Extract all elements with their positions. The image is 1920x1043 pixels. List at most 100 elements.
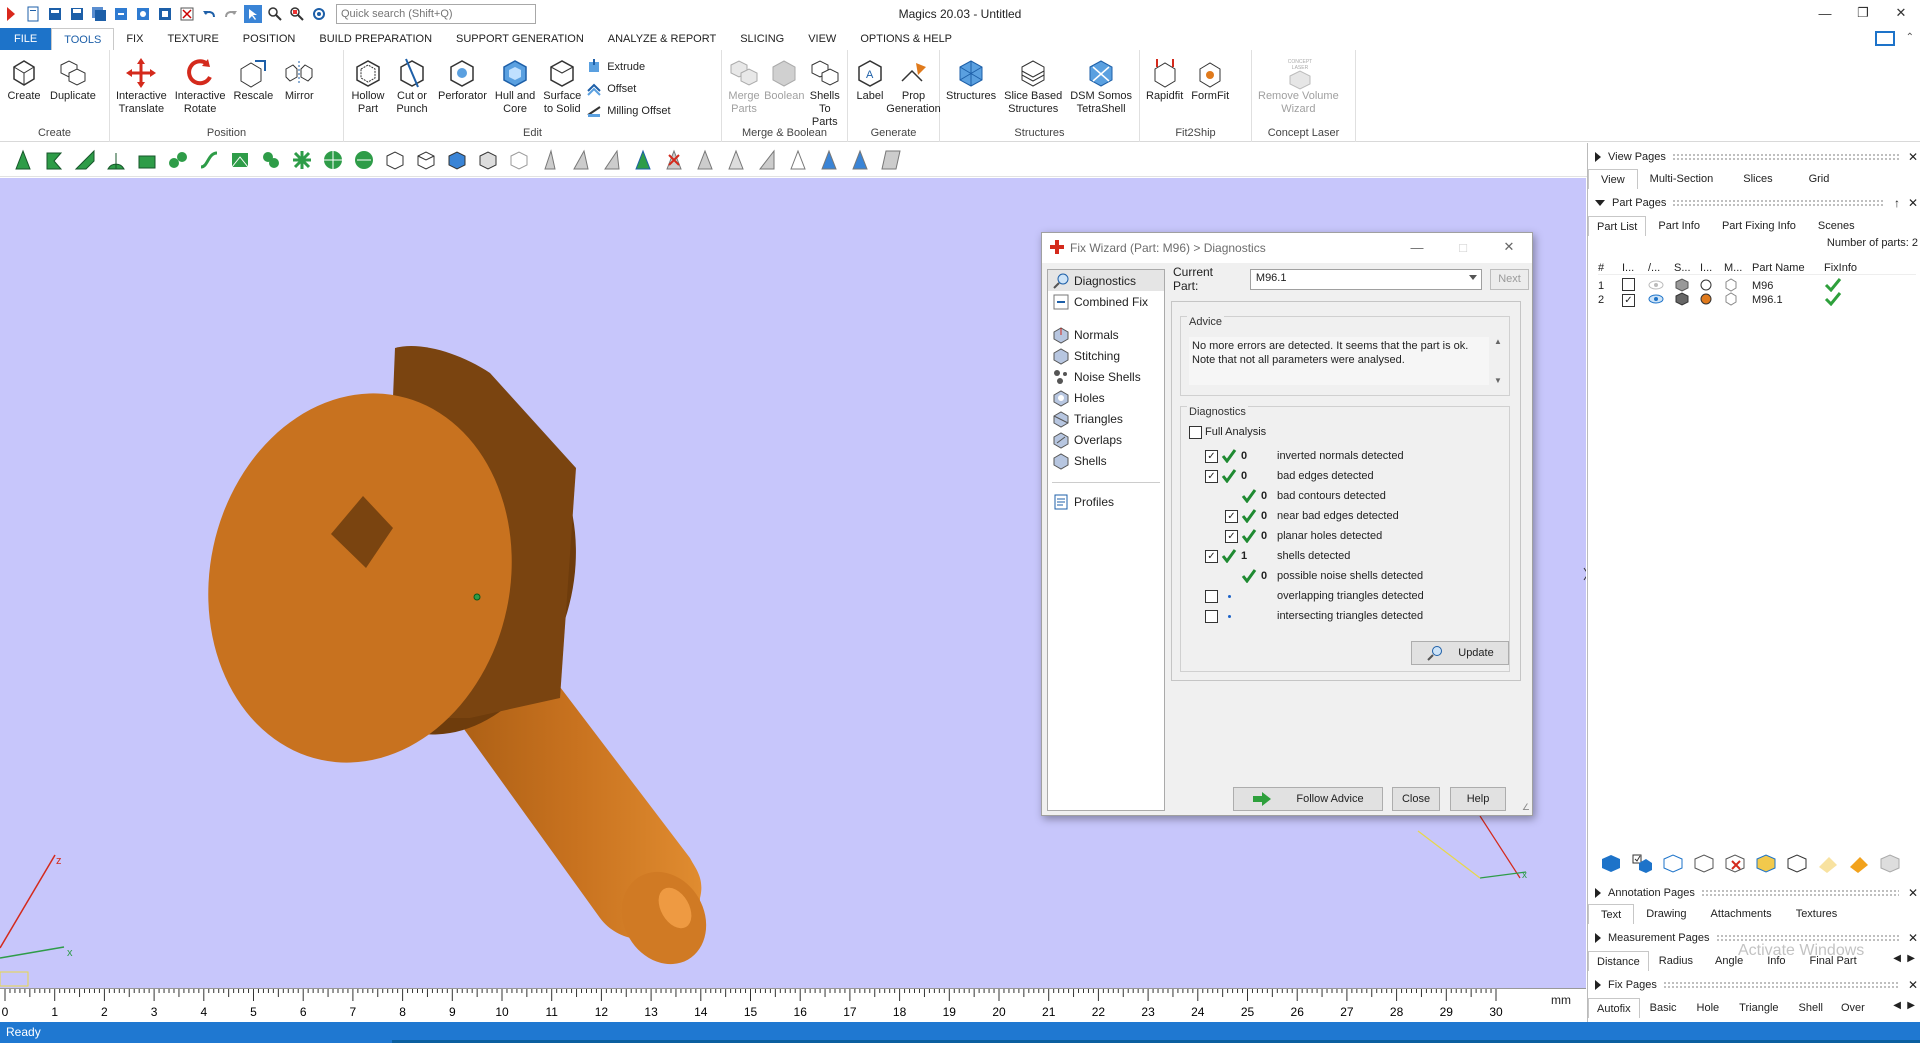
tab-part-info[interactable]: Part Info bbox=[1646, 216, 1712, 236]
nav-diagnostics[interactable]: Diagnostics bbox=[1048, 270, 1164, 291]
view-bottom-icon[interactable] bbox=[165, 147, 191, 173]
help-button[interactable]: Help bbox=[1450, 787, 1506, 811]
tab-angle[interactable]: Angle bbox=[1703, 951, 1755, 971]
dialog-minimize-icon[interactable]: — bbox=[1394, 233, 1440, 261]
triangle-view-1-icon[interactable] bbox=[537, 147, 563, 173]
app-logo-icon[interactable] bbox=[2, 5, 20, 23]
parts-icon-2[interactable] bbox=[1691, 851, 1717, 875]
box-view-2-icon[interactable] bbox=[413, 147, 439, 173]
triangle-view-9-icon[interactable] bbox=[816, 147, 842, 173]
nav-overlaps[interactable]: Overlaps bbox=[1048, 429, 1164, 450]
diagnostic-checkbox[interactable]: ✓ bbox=[1225, 529, 1238, 543]
sphere-icon[interactable] bbox=[351, 147, 377, 173]
tab-position[interactable]: POSITION bbox=[231, 28, 308, 50]
parts-icon-4[interactable] bbox=[1877, 851, 1903, 875]
fix-pages-header[interactable]: Fix Pages ✕ bbox=[1588, 975, 1920, 995]
triangle-view-2-icon[interactable] bbox=[568, 147, 594, 173]
tab-build-preparation[interactable]: BUILD PREPARATION bbox=[307, 28, 444, 50]
tab-textures[interactable]: Textures bbox=[1784, 904, 1850, 924]
col-visible[interactable]: /... bbox=[1648, 262, 1674, 274]
parts-icon-3[interactable] bbox=[1784, 851, 1810, 875]
tab-info[interactable]: Info bbox=[1755, 951, 1797, 971]
label-orange-icon[interactable] bbox=[1846, 851, 1872, 875]
col-material[interactable]: M... bbox=[1724, 262, 1752, 274]
col-state[interactable]: S... bbox=[1674, 262, 1700, 274]
close-pane-icon[interactable]: ✕ bbox=[1905, 196, 1920, 210]
box-view-5-icon[interactable] bbox=[506, 147, 532, 173]
full-analysis-checkbox[interactable] bbox=[1189, 425, 1202, 439]
scroll-right-icon[interactable]: ▶ bbox=[1907, 953, 1915, 964]
col-number[interactable]: # bbox=[1598, 262, 1622, 274]
triangle-view-5-icon[interactable] bbox=[692, 147, 718, 173]
view-right-icon[interactable] bbox=[103, 147, 129, 173]
tab-options-help[interactable]: OPTIONS & HELP bbox=[848, 28, 964, 50]
tab-part-fixing-info[interactable]: Part Fixing Info bbox=[1712, 216, 1806, 236]
tab-overlap[interactable]: Over bbox=[1833, 998, 1873, 1018]
pin-pane-icon[interactable]: ↑ bbox=[1889, 196, 1905, 210]
triangle-view-3-icon[interactable] bbox=[599, 147, 625, 173]
state-icon[interactable] bbox=[1674, 291, 1700, 309]
box-view-3-icon[interactable] bbox=[444, 147, 470, 173]
next-button[interactable]: Next bbox=[1490, 268, 1529, 290]
triangle-view-7-icon[interactable] bbox=[754, 147, 780, 173]
triangle-view-8-icon[interactable] bbox=[785, 147, 811, 173]
select-checked-icon[interactable] bbox=[1629, 851, 1655, 875]
label-yellow-icon[interactable] bbox=[1815, 851, 1841, 875]
dialog-maximize-icon[interactable]: □ bbox=[1440, 233, 1486, 261]
eye-visible-icon[interactable] bbox=[1648, 293, 1674, 308]
tab-basic[interactable]: Basic bbox=[1640, 998, 1687, 1018]
view-left-icon[interactable] bbox=[72, 147, 98, 173]
tab-view-page[interactable]: View bbox=[1588, 169, 1638, 189]
tab-distance[interactable]: Distance bbox=[1588, 951, 1649, 971]
import-icon[interactable] bbox=[112, 5, 130, 23]
scroll-right-icon[interactable]: ▶ bbox=[1907, 1000, 1915, 1011]
tab-slicing[interactable]: SLICING bbox=[728, 28, 796, 50]
nav-stitching[interactable]: Stitching bbox=[1048, 345, 1164, 366]
parts-icon-1[interactable] bbox=[1660, 851, 1686, 875]
tab-autofix[interactable]: Autofix bbox=[1588, 998, 1640, 1018]
tab-file[interactable]: FILE bbox=[0, 28, 52, 50]
zoom-window-icon[interactable] bbox=[288, 5, 306, 23]
plane-view-icon[interactable] bbox=[878, 147, 904, 173]
view-top-icon[interactable] bbox=[134, 147, 160, 173]
box-view-1-icon[interactable] bbox=[382, 147, 408, 173]
close-pane-icon[interactable]: ✕ bbox=[1905, 978, 1920, 992]
follow-advice-button[interactable]: Follow Advice bbox=[1233, 787, 1383, 811]
nav-noise-shells[interactable]: Noise Shells bbox=[1048, 366, 1164, 387]
zoom-icon[interactable] bbox=[266, 5, 284, 23]
tab-radius[interactable]: Radius bbox=[1649, 951, 1703, 971]
wheel-icon[interactable] bbox=[320, 147, 346, 173]
include-checkbox[interactable]: ✓ bbox=[1622, 293, 1635, 307]
close-pane-icon[interactable]: ✕ bbox=[1905, 886, 1920, 900]
display-settings-icon[interactable] bbox=[1874, 28, 1896, 50]
scroll-up-icon[interactable]: ▲ bbox=[1494, 337, 1502, 346]
diagnostic-checkbox[interactable] bbox=[1205, 609, 1218, 623]
tab-fix[interactable]: FIX bbox=[114, 28, 155, 50]
view-iso-icon[interactable] bbox=[196, 147, 222, 173]
col-include[interactable]: I... bbox=[1622, 262, 1648, 274]
part-pages-header[interactable]: Part Pages ↑ ✕ bbox=[1588, 193, 1920, 213]
tab-tools[interactable]: TOOLS bbox=[51, 28, 115, 50]
tab-text[interactable]: Text bbox=[1588, 904, 1635, 924]
tab-analyze-report[interactable]: ANALYZE & REPORT bbox=[596, 28, 728, 50]
tab-view[interactable]: VIEW bbox=[796, 28, 848, 50]
scroll-left-icon[interactable]: ◀ bbox=[1893, 953, 1901, 964]
scroll-left-icon[interactable]: ◀ bbox=[1893, 1000, 1901, 1011]
undo-icon[interactable] bbox=[200, 5, 218, 23]
load-icon[interactable] bbox=[134, 5, 152, 23]
new-file-icon[interactable] bbox=[24, 5, 42, 23]
box-view-4-icon[interactable] bbox=[475, 147, 501, 173]
color-swatch[interactable] bbox=[1700, 293, 1724, 308]
pattern-icon[interactable] bbox=[289, 147, 315, 173]
view-section-icon[interactable] bbox=[227, 147, 253, 173]
close-button[interactable]: Close bbox=[1392, 787, 1440, 811]
save-icon[interactable] bbox=[68, 5, 86, 23]
tab-grid[interactable]: Grid bbox=[1791, 169, 1848, 189]
triangle-view-4-icon[interactable] bbox=[630, 147, 656, 173]
export-icon[interactable] bbox=[156, 5, 174, 23]
tab-scenes[interactable]: Scenes bbox=[1806, 216, 1867, 236]
quick-search-input[interactable] bbox=[336, 4, 536, 24]
tab-attachments[interactable]: Attachments bbox=[1699, 904, 1784, 924]
save-all-icon[interactable] bbox=[90, 5, 108, 23]
nav-triangles[interactable]: Triangles bbox=[1048, 408, 1164, 429]
